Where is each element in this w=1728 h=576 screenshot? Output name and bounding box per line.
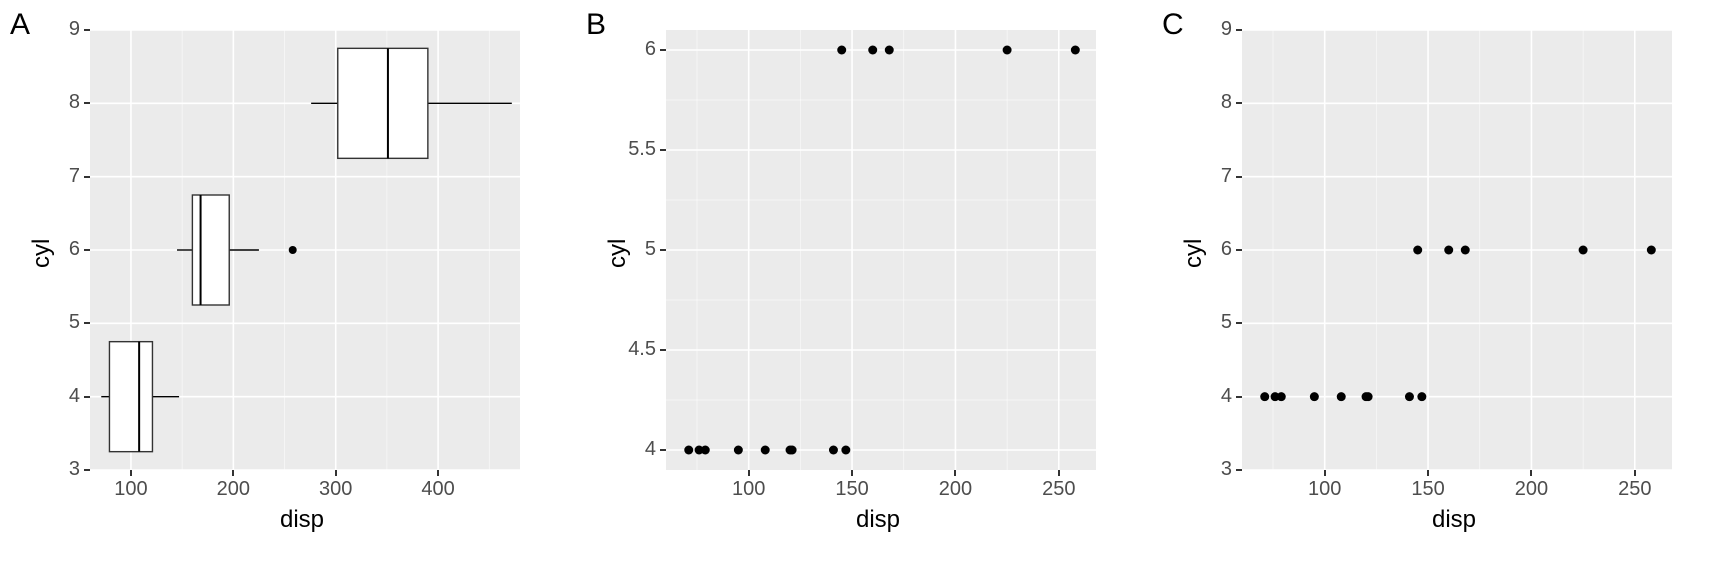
data-point bbox=[837, 46, 846, 55]
y-tick-label: 7 bbox=[1192, 165, 1232, 188]
y-tick-label: 9 bbox=[40, 18, 80, 41]
x-axis-label: disp bbox=[280, 506, 324, 534]
x-tick-label: 400 bbox=[408, 478, 468, 501]
panel-tag: C bbox=[1162, 8, 1184, 42]
data-point bbox=[1003, 46, 1012, 55]
x-axis-label: disp bbox=[856, 506, 900, 534]
x-axis-label: disp bbox=[1432, 506, 1476, 534]
data-point bbox=[841, 446, 850, 455]
y-tick-label: 8 bbox=[1192, 91, 1232, 114]
plot-area bbox=[1242, 30, 1672, 470]
y-tick-label: 5.5 bbox=[616, 138, 656, 161]
y-tick-label: 7 bbox=[40, 165, 80, 188]
x-tick-label: 150 bbox=[1398, 478, 1458, 501]
chart-panel-c: C3456789100150200250dispcyl bbox=[1152, 0, 1728, 576]
x-tick-label: 150 bbox=[822, 478, 882, 501]
chart-panel-a: A3456789100200300400dispcyl bbox=[0, 0, 576, 576]
x-tick-label: 100 bbox=[101, 478, 161, 501]
x-tick-label: 250 bbox=[1029, 478, 1089, 501]
x-tick-label: 200 bbox=[1501, 478, 1561, 501]
x-tick-label: 200 bbox=[925, 478, 985, 501]
y-axis-label: cyl bbox=[604, 239, 632, 268]
y-tick-label: 5 bbox=[1192, 311, 1232, 334]
data-point bbox=[1071, 46, 1080, 55]
data-point bbox=[1364, 392, 1373, 401]
data-point bbox=[1260, 392, 1269, 401]
data-point bbox=[1647, 246, 1656, 255]
y-tick-label: 5 bbox=[40, 311, 80, 334]
y-tick-label: 4 bbox=[40, 385, 80, 408]
box bbox=[338, 48, 428, 158]
data-point bbox=[1405, 392, 1414, 401]
panel-tag: A bbox=[10, 8, 30, 42]
y-tick-label: 9 bbox=[1192, 18, 1232, 41]
data-point bbox=[701, 446, 710, 455]
plot-area bbox=[90, 30, 520, 470]
outlier-point bbox=[289, 246, 297, 254]
x-tick-label: 100 bbox=[1295, 478, 1355, 501]
x-tick-label: 250 bbox=[1605, 478, 1665, 501]
data-point bbox=[1310, 392, 1319, 401]
y-tick-label: 4 bbox=[616, 438, 656, 461]
box bbox=[192, 195, 229, 305]
data-point bbox=[829, 446, 838, 455]
x-tick-label: 200 bbox=[203, 478, 263, 501]
data-point bbox=[1277, 392, 1286, 401]
y-tick-label: 4 bbox=[1192, 385, 1232, 408]
data-point bbox=[788, 446, 797, 455]
data-point bbox=[1417, 392, 1426, 401]
data-point bbox=[1413, 246, 1422, 255]
data-point bbox=[1337, 392, 1346, 401]
y-tick-label: 6 bbox=[616, 38, 656, 61]
plot-area bbox=[666, 30, 1096, 470]
y-tick-label: 3 bbox=[1192, 458, 1232, 481]
data-point bbox=[1579, 246, 1588, 255]
y-axis-label: cyl bbox=[28, 239, 56, 268]
y-tick-label: 3 bbox=[40, 458, 80, 481]
box bbox=[109, 342, 152, 452]
x-tick-label: 300 bbox=[306, 478, 366, 501]
data-point bbox=[1461, 246, 1470, 255]
data-point bbox=[734, 446, 743, 455]
chart-panel-b: B44.555.56100150200250dispcyl bbox=[576, 0, 1152, 576]
data-point bbox=[684, 446, 693, 455]
y-axis-label: cyl bbox=[1180, 239, 1208, 268]
y-tick-label: 8 bbox=[40, 91, 80, 114]
data-point bbox=[761, 446, 770, 455]
data-point bbox=[885, 46, 894, 55]
x-tick-label: 100 bbox=[719, 478, 779, 501]
panel-tag: B bbox=[586, 8, 606, 42]
data-point bbox=[868, 46, 877, 55]
data-point bbox=[1444, 246, 1453, 255]
y-tick-label: 4.5 bbox=[616, 338, 656, 361]
